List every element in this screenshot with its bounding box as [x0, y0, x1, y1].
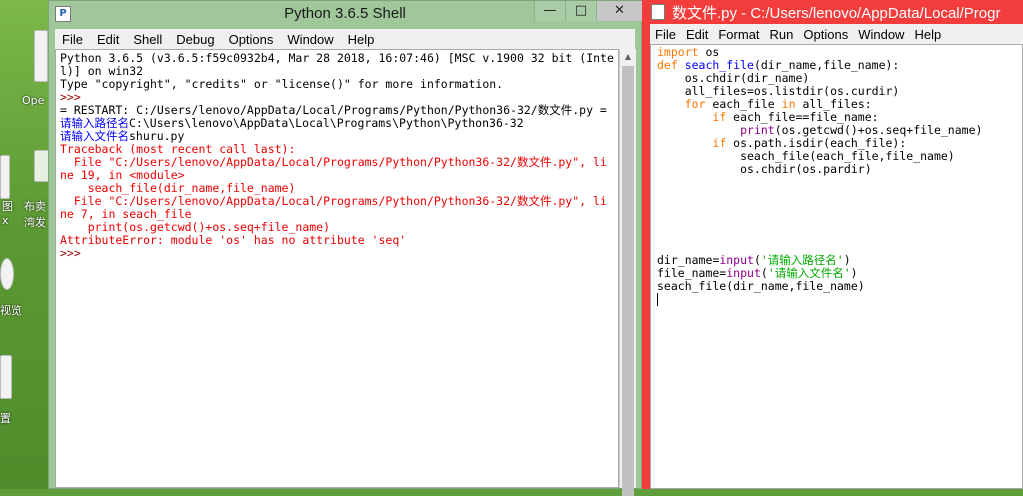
desktop-label[interactable]: 图: [2, 198, 13, 214]
scroll-thumb[interactable]: [622, 66, 634, 496]
file-icon[interactable]: [651, 4, 665, 20]
builtin: input: [726, 266, 761, 280]
desktop-shortcut-icon[interactable]: [0, 355, 12, 399]
code-text: all_files:: [795, 97, 872, 111]
builtin: print: [740, 123, 775, 137]
keyword: if: [712, 110, 727, 124]
maximize-button[interactable]: □: [565, 1, 596, 21]
code-text: each_file==file_name:: [726, 110, 879, 124]
menu-edit[interactable]: Edit: [681, 27, 713, 42]
code-text: (: [753, 253, 761, 267]
code-text: os.path.isdir(each_file):: [726, 136, 907, 150]
code-line: os.chdir(os.pardir): [657, 162, 872, 176]
window-controls: — □ ✕: [534, 1, 642, 21]
shell-line: Python 3.6.5 (v3.6.5:f59c0932b4, Mar 28 …: [60, 51, 614, 65]
menu-window[interactable]: Window: [853, 27, 909, 42]
menu-run[interactable]: Run: [765, 27, 799, 42]
desktop-label[interactable]: x: [2, 214, 9, 227]
shell-menubar: File Edit Shell Debug Options Window Hel…: [55, 29, 635, 49]
code-text: ): [843, 253, 851, 267]
code-line: seach_file(dir_name,file_name): [657, 279, 865, 293]
user-input-text: shuru.py: [129, 129, 185, 143]
desktop-shortcut-icon[interactable]: [0, 155, 10, 199]
keyword: if: [712, 136, 727, 150]
menu-help[interactable]: Help: [341, 32, 382, 47]
code-text: (dir_name,file_name):: [753, 58, 900, 72]
shell-vertical-scrollbar[interactable]: ▲: [619, 49, 636, 496]
keyword: import: [657, 45, 699, 59]
string-literal: '请输入文件名': [767, 266, 851, 280]
code-editor-area[interactable]: import os def seach_file(dir_name,file_n…: [650, 44, 1023, 489]
editor-titlebar[interactable]: 数文件.py - C:/Users/lenovo/AppData/Local/P…: [642, 0, 1023, 24]
code-text: os: [698, 45, 720, 59]
code-text: ): [850, 266, 858, 280]
desktop-label[interactable]: 湾发: [24, 214, 46, 230]
shell-prompt: >>>: [60, 246, 81, 260]
desktop-label[interactable]: 视览: [0, 302, 22, 318]
scroll-up-arrow-icon[interactable]: ▲: [620, 49, 636, 65]
menu-edit[interactable]: Edit: [90, 32, 126, 47]
function-name: seach_file: [677, 58, 754, 72]
menu-options[interactable]: Options: [222, 32, 281, 47]
shell-output-area[interactable]: Python 3.6.5 (v3.6.5:f59c0932b4, Mar 28 …: [55, 49, 619, 488]
input-prompt-text: 请输入文件名: [60, 129, 129, 143]
shell-line: Type "copyright", "credits" or "license(…: [60, 77, 504, 91]
user-input-text: C:\Users\lenovo\AppData\Local\Programs\P…: [129, 116, 524, 130]
code-text: each_file: [705, 97, 782, 111]
menu-window[interactable]: Window: [280, 32, 340, 47]
text-cursor: [657, 293, 658, 306]
input-prompt-text: 请输入路径名: [60, 116, 129, 130]
builtin: input: [719, 253, 754, 267]
code-text: (: [760, 266, 768, 280]
code-text: (os.getcwd()+os.seq+file_name): [774, 123, 983, 137]
code-text: file_name=: [657, 266, 727, 280]
python-shell-window: P Python 3.6.5 Shell — □ ✕ File Edit She…: [48, 0, 642, 496]
menu-options[interactable]: Options: [798, 27, 853, 42]
desktop-background: Ope 图 x 布卖 湾发 视览 置: [0, 0, 50, 489]
menu-file[interactable]: File: [55, 32, 90, 47]
shell-titlebar[interactable]: P Python 3.6.5 Shell — □ ✕: [49, 1, 642, 29]
desktop-shortcut-icon[interactable]: [34, 30, 48, 82]
blank-lines: [657, 176, 1016, 254]
string-literal: '请输入路径名': [760, 253, 844, 267]
minimize-button[interactable]: —: [534, 1, 565, 21]
keyword: def: [657, 58, 678, 72]
keyword: for: [684, 97, 706, 111]
desktop-label[interactable]: 置: [0, 410, 11, 426]
menu-help[interactable]: Help: [909, 27, 946, 42]
error-message: AttributeError: module 'os' has no attri…: [60, 233, 407, 247]
editor-window: 数文件.py - C:/Users/lenovo/AppData/Local/P…: [642, 0, 1023, 489]
menu-file[interactable]: File: [650, 27, 681, 42]
menu-format[interactable]: Format: [713, 27, 764, 42]
menu-debug[interactable]: Debug: [169, 32, 221, 47]
desktop-shortcut-icon[interactable]: [0, 258, 14, 290]
keyword: in: [781, 97, 796, 111]
cursor-line: [657, 293, 1016, 306]
editor-menubar: File Edit Format Run Options Window Help: [650, 24, 1023, 44]
desktop-label[interactable]: Ope: [22, 94, 44, 107]
menu-shell[interactable]: Shell: [126, 32, 169, 47]
editor-window-title: 数文件.py - C:/Users/lenovo/AppData/Local/P…: [672, 5, 1001, 22]
code-text: dir_name=: [657, 253, 720, 267]
close-button[interactable]: ✕: [596, 1, 642, 21]
desktop-label[interactable]: 布卖: [24, 198, 46, 214]
